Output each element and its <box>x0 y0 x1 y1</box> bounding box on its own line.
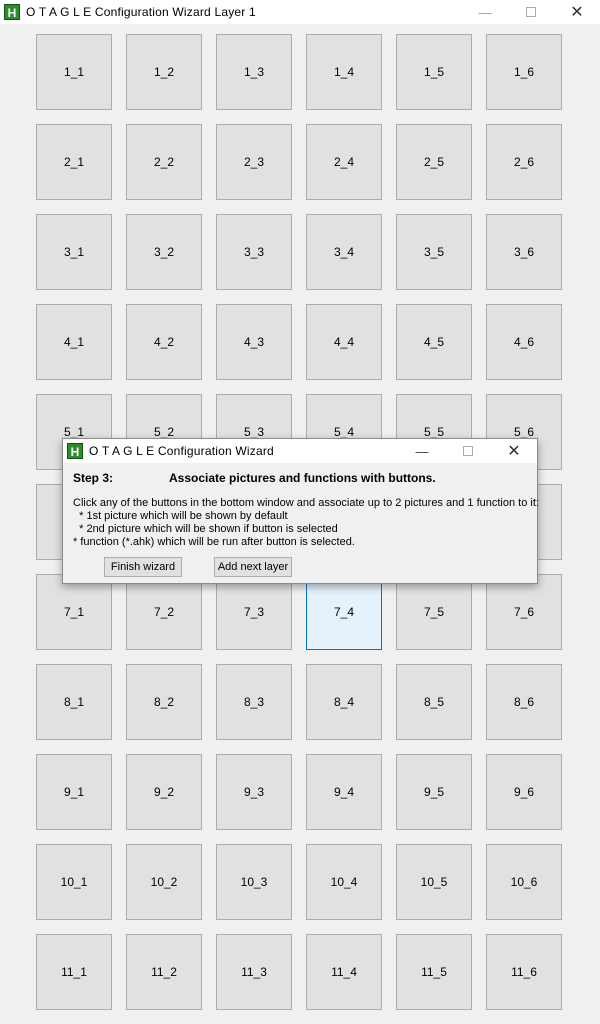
instruction-line: * function (*.ahk) which will be run aft… <box>73 536 355 548</box>
grid-button-7-2[interactable]: 7_2 <box>126 574 202 650</box>
grid-button-2-6[interactable]: 2_6 <box>486 124 562 200</box>
grid-button-9-3[interactable]: 9_3 <box>216 754 292 830</box>
grid-button-9-5[interactable]: 9_5 <box>396 754 472 830</box>
wizard-dialog: H O T A G L E Configuration Wizard — ✕ S… <box>62 438 539 584</box>
grid-button-1-5[interactable]: 1_5 <box>396 34 472 110</box>
grid-button-7-3[interactable]: 7_3 <box>216 574 292 650</box>
grid-button-2-3[interactable]: 2_3 <box>216 124 292 200</box>
grid-button-8-1[interactable]: 8_1 <box>36 664 112 740</box>
grid-button-10-4[interactable]: 10_4 <box>306 844 382 920</box>
grid-button-3-1[interactable]: 3_1 <box>36 214 112 290</box>
grid-button-4-6[interactable]: 4_6 <box>486 304 562 380</box>
grid-button-10-5[interactable]: 10_5 <box>396 844 472 920</box>
grid-button-1-4[interactable]: 1_4 <box>306 34 382 110</box>
dialog-maximize-icon[interactable] <box>445 439 491 463</box>
grid-button-7-4[interactable]: 7_4 <box>306 574 382 650</box>
step-label: Step 3: <box>73 471 114 485</box>
grid-button-4-5[interactable]: 4_5 <box>396 304 472 380</box>
instruction-line: Click any of the buttons in the bottom w… <box>73 497 539 509</box>
grid-button-10-3[interactable]: 10_3 <box>216 844 292 920</box>
grid-button-4-2[interactable]: 4_2 <box>126 304 202 380</box>
grid-button-11-5[interactable]: 11_5 <box>396 934 472 1010</box>
grid-button-10-6[interactable]: 10_6 <box>486 844 562 920</box>
grid-button-7-5[interactable]: 7_5 <box>396 574 472 650</box>
instructions: Click any of the buttons in the bottom w… <box>73 497 539 549</box>
grid-button-8-5[interactable]: 8_5 <box>396 664 472 740</box>
grid-button-3-5[interactable]: 3_5 <box>396 214 472 290</box>
window-controls: — ✕ <box>462 0 600 24</box>
grid-button-7-6[interactable]: 7_6 <box>486 574 562 650</box>
grid-button-10-2[interactable]: 10_2 <box>126 844 202 920</box>
grid-button-8-4[interactable]: 8_4 <box>306 664 382 740</box>
grid-button-4-1[interactable]: 4_1 <box>36 304 112 380</box>
dialog-minimize-icon[interactable]: — <box>399 439 445 463</box>
grid-button-2-4[interactable]: 2_4 <box>306 124 382 200</box>
maximize-icon[interactable] <box>508 0 554 24</box>
grid-button-1-1[interactable]: 1_1 <box>36 34 112 110</box>
grid-button-3-3[interactable]: 3_3 <box>216 214 292 290</box>
grid-button-9-2[interactable]: 9_2 <box>126 754 202 830</box>
finish-wizard-button[interactable]: Finish wizard <box>104 557 182 577</box>
grid-button-11-6[interactable]: 11_6 <box>486 934 562 1010</box>
dialog-window-controls: — ✕ <box>399 439 537 463</box>
grid-button-3-2[interactable]: 3_2 <box>126 214 202 290</box>
instruction-line: * 2nd picture which will be shown if but… <box>73 523 338 535</box>
add-next-layer-button[interactable]: Add next layer <box>214 557 292 577</box>
main-titlebar[interactable]: H O T A G L E Configuration Wizard Layer… <box>0 0 600 24</box>
grid-button-11-1[interactable]: 11_1 <box>36 934 112 1010</box>
grid-button-3-4[interactable]: 3_4 <box>306 214 382 290</box>
minimize-icon[interactable]: — <box>462 0 508 24</box>
grid-button-1-3[interactable]: 1_3 <box>216 34 292 110</box>
close-icon[interactable]: ✕ <box>554 0 600 24</box>
grid-button-3-6[interactable]: 3_6 <box>486 214 562 290</box>
window-title: O T A G L E Configuration Wizard Layer 1 <box>26 5 256 19</box>
grid-button-8-6[interactable]: 8_6 <box>486 664 562 740</box>
instruction-line: * 1st picture which will be shown by def… <box>73 510 288 522</box>
grid-button-2-1[interactable]: 2_1 <box>36 124 112 200</box>
grid-button-10-1[interactable]: 10_1 <box>36 844 112 920</box>
grid-button-1-6[interactable]: 1_6 <box>486 34 562 110</box>
grid-button-2-2[interactable]: 2_2 <box>126 124 202 200</box>
grid-button-8-2[interactable]: 8_2 <box>126 664 202 740</box>
grid-button-4-3[interactable]: 4_3 <box>216 304 292 380</box>
grid-button-9-1[interactable]: 9_1 <box>36 754 112 830</box>
dialog-title: O T A G L E Configuration Wizard <box>89 444 274 458</box>
dialog-titlebar[interactable]: H O T A G L E Configuration Wizard — ✕ <box>63 439 537 463</box>
grid-button-8-3[interactable]: 8_3 <box>216 664 292 740</box>
grid-button-4-4[interactable]: 4_4 <box>306 304 382 380</box>
step-title: Associate pictures and functions with bu… <box>169 471 436 485</box>
grid-button-9-6[interactable]: 9_6 <box>486 754 562 830</box>
grid-button-11-4[interactable]: 11_4 <box>306 934 382 1010</box>
grid-button-11-2[interactable]: 11_2 <box>126 934 202 1010</box>
grid-button-9-4[interactable]: 9_4 <box>306 754 382 830</box>
grid-button-7-1[interactable]: 7_1 <box>36 574 112 650</box>
dialog-close-icon[interactable]: ✕ <box>491 439 537 463</box>
dialog-app-icon: H <box>67 443 83 459</box>
grid-button-1-2[interactable]: 1_2 <box>126 34 202 110</box>
app-icon: H <box>4 4 20 20</box>
grid-button-11-3[interactable]: 11_3 <box>216 934 292 1010</box>
grid-button-2-5[interactable]: 2_5 <box>396 124 472 200</box>
